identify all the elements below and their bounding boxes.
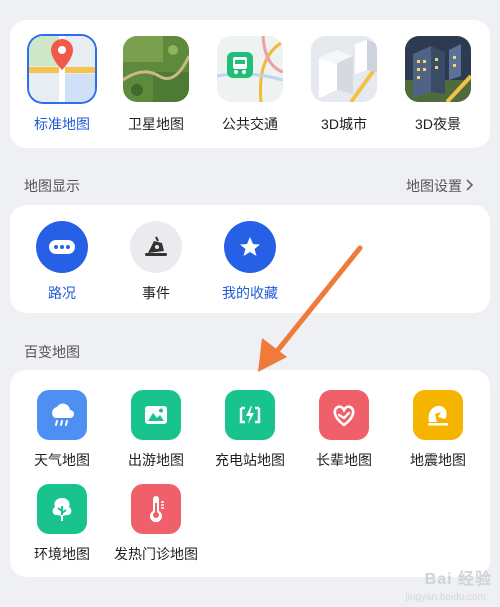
map-layers-panel: 标准地图 卫星地图 公共交通 3D城市 3D夜景 地图显示 地图设置 路况 事件… [0,0,500,607]
layer-label: 3D夜景 [415,116,461,132]
variety-section-title: 百变地图 [24,344,80,360]
variety-item-label: 环境地图 [34,546,90,562]
layer-3d-night[interactable]: 3D夜景 [398,36,478,134]
variety-item-weather[interactable]: 天气地图 [14,390,110,470]
display-item-label: 事件 [142,285,170,301]
variety-item-environment[interactable]: 环境地图 [14,484,110,564]
event-icon [130,221,182,273]
variety-item-travel[interactable]: 出游地图 [108,390,204,470]
variety-item-label: 出游地图 [128,452,184,468]
watermark-url: jingyan.baidu.com [405,592,486,603]
variety-item-fever-clinic[interactable]: 发热门诊地图 [108,484,204,564]
layer-satellite-map[interactable]: 卫星地图 [116,36,196,134]
display-card: 路况 事件 我的收藏 [10,205,490,313]
weather-icon [37,390,87,440]
display-item-label: 路况 [48,285,76,301]
traffic-icon [36,221,88,273]
variety-item-label: 充电站地图 [215,452,285,468]
elder-heart-icon [319,390,369,440]
display-item-favorites[interactable]: 我的收藏 [210,221,290,303]
environment-tree-icon [37,484,87,534]
public-transit-icon [217,36,283,102]
satellite-map-icon [123,36,189,102]
map-layer-card: 标准地图 卫星地图 公共交通 3D城市 3D夜景 [10,20,490,148]
layer-standard-map[interactable]: 标准地图 [22,36,102,134]
3d-night-icon [405,36,471,102]
3d-city-icon [311,36,377,102]
variety-item-label: 长辈地图 [316,452,372,468]
standard-map-icon [29,36,95,102]
fever-thermometer-icon [131,484,181,534]
earthquake-icon [413,390,463,440]
variety-item-label: 发热门诊地图 [114,546,198,562]
variety-item-label: 天气地图 [34,452,90,468]
map-settings-label: 地图设置 [406,178,462,194]
layer-label: 卫星地图 [128,116,184,132]
layer-label: 标准地图 [34,116,90,132]
variety-item-label: 地震地图 [410,452,466,468]
variety-item-earthquake[interactable]: 地震地图 [390,390,486,470]
map-settings-link[interactable]: 地图设置 [406,176,474,196]
chevron-right-icon [466,178,474,194]
charging-station-icon [225,390,275,440]
display-item-label: 我的收藏 [222,285,278,301]
layer-public-transit[interactable]: 公共交通 [210,36,290,134]
watermark-logo: Bai 经验 [424,571,492,588]
variety-card: 天气地图 出游地图 充电站地图 长辈地图 地震地图 环境地图 发热门诊地图 [10,370,490,577]
variety-item-elder[interactable]: 长辈地图 [296,390,392,470]
display-item-traffic[interactable]: 路况 [22,221,102,303]
travel-icon [131,390,181,440]
star-icon [224,221,276,273]
variety-item-charging-station[interactable]: 充电站地图 [202,390,298,470]
layer-label: 3D城市 [321,116,367,132]
layer-3d-city[interactable]: 3D城市 [304,36,384,134]
display-item-event[interactable]: 事件 [116,221,196,303]
layer-label: 公共交通 [222,116,278,132]
display-section-title: 地图显示 [24,178,80,194]
